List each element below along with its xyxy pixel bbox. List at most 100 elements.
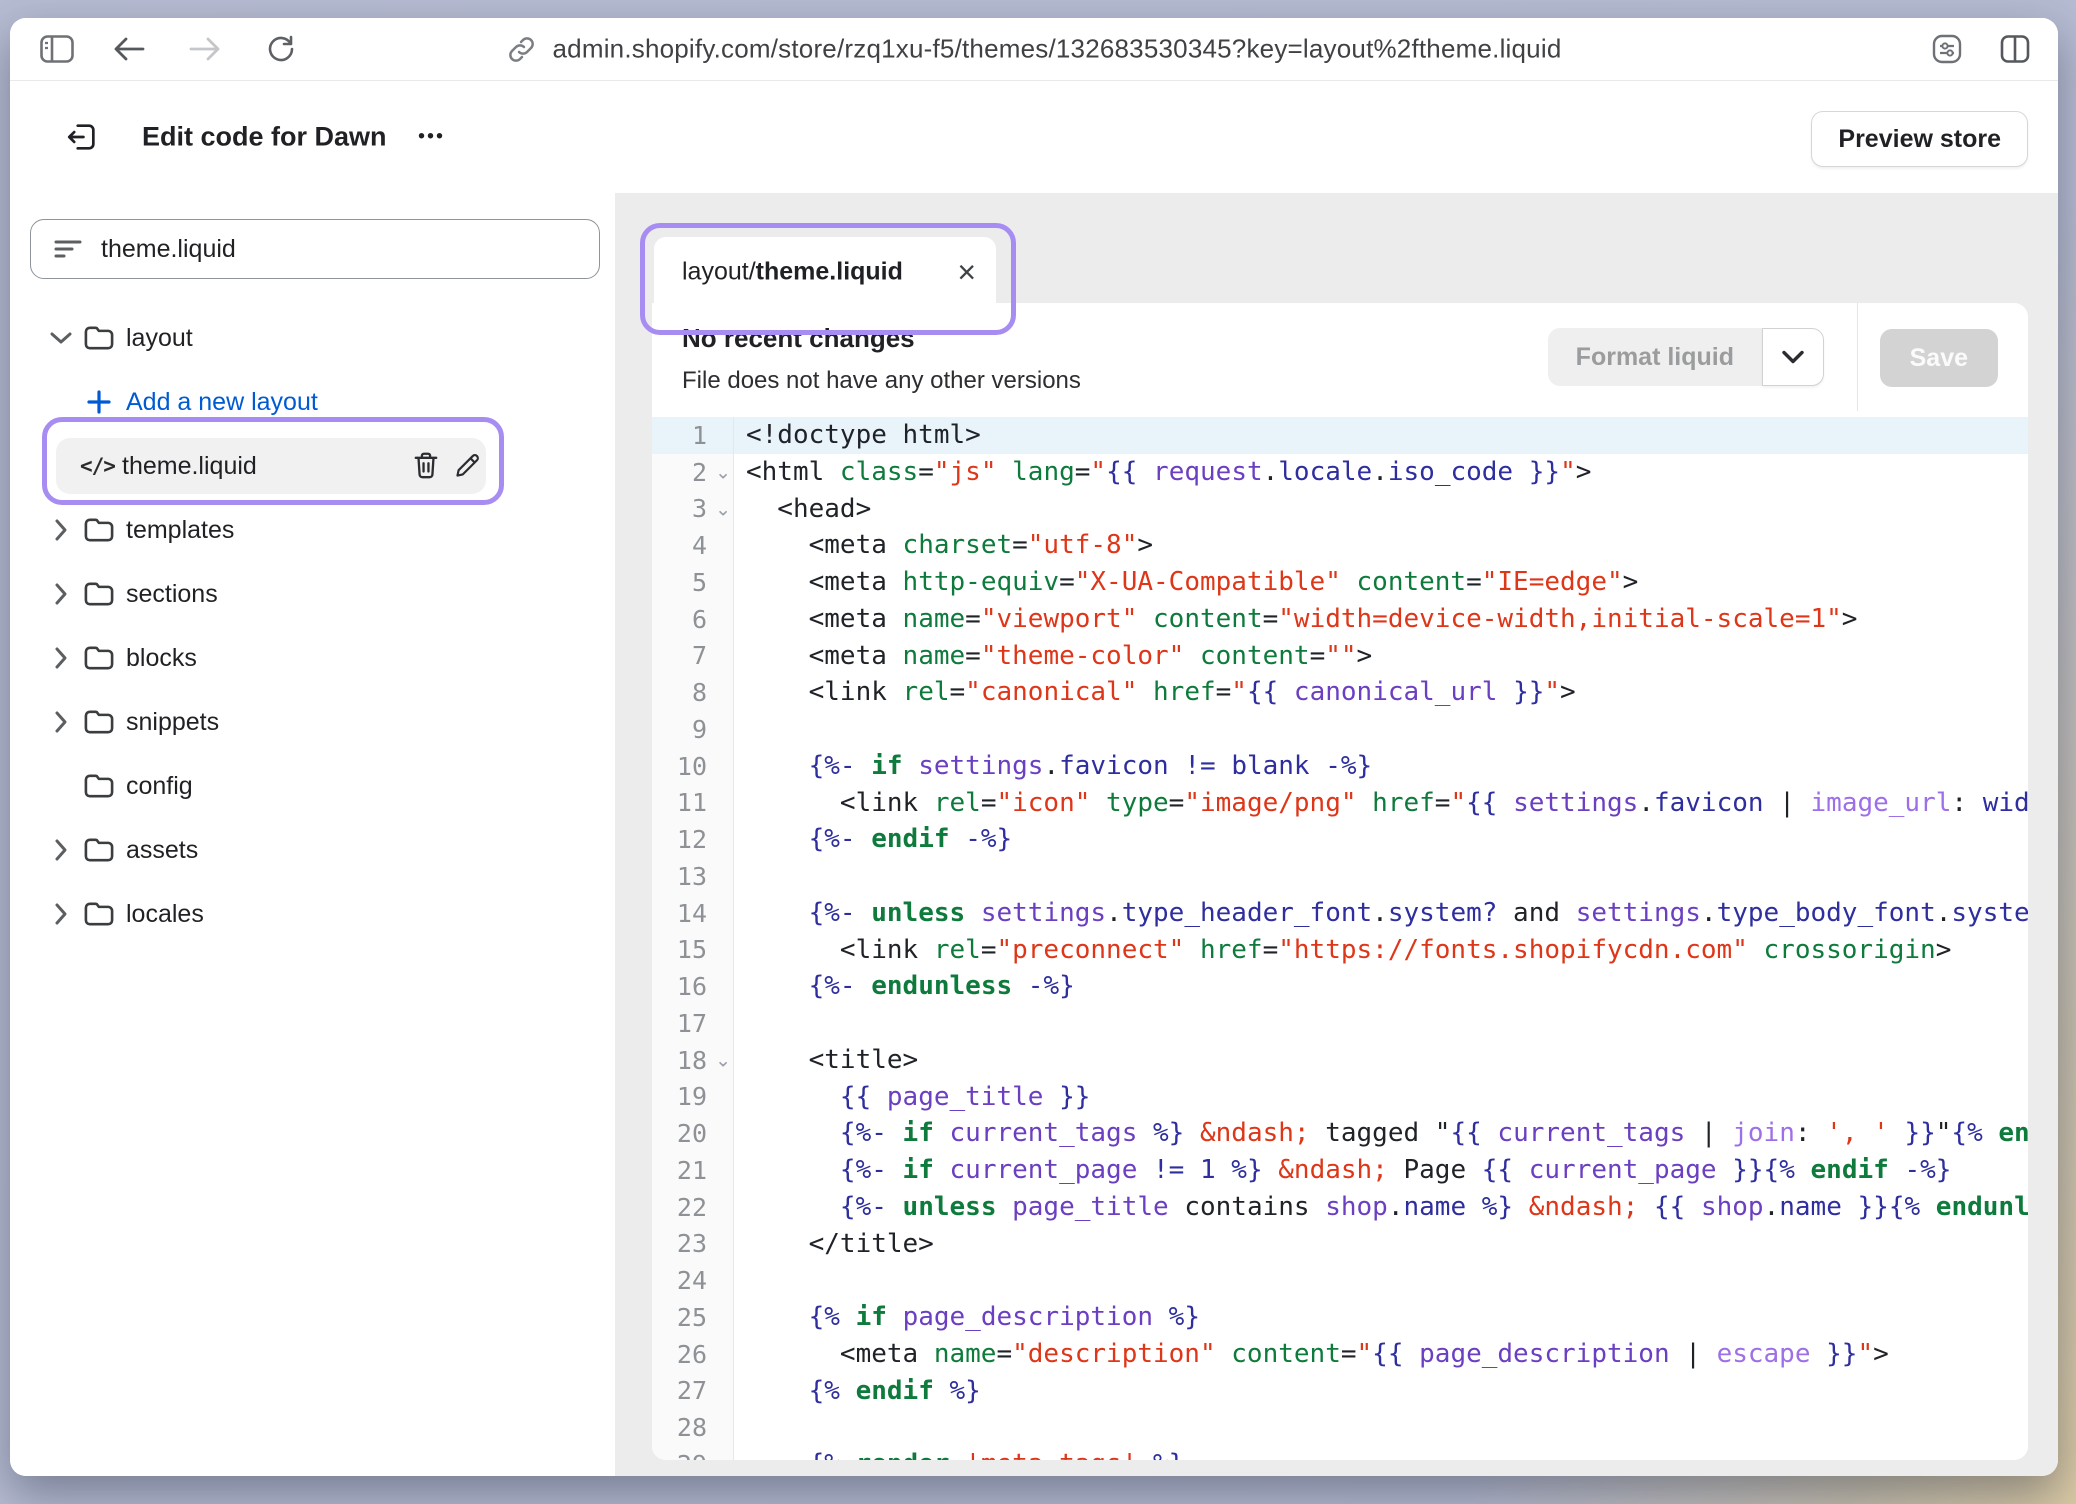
code-line[interactable]: 26 <meta name="description" content="{{ … — [652, 1336, 2028, 1373]
code-line[interactable]: 8 <link rel="canonical" href="{{ canonic… — [652, 674, 2028, 711]
add-layout-button[interactable]: Add a new layout — [10, 370, 615, 434]
folder-icon — [83, 580, 115, 608]
code-line-text: {%- unless settings.type_header_font.sys… — [734, 895, 2028, 932]
line-number: 22 — [652, 1189, 734, 1226]
code-line[interactable]: 12 {%- endif -%} — [652, 821, 2028, 858]
code-line-text: {{ page_title }} — [734, 1079, 2028, 1116]
line-number: 2⌄ — [652, 454, 734, 491]
line-number: 28 — [652, 1409, 734, 1446]
preview-store-button[interactable]: Preview store — [1811, 111, 2028, 167]
code-line-text: <meta http-equiv="X-UA-Compatible" conte… — [734, 564, 2028, 601]
code-line[interactable]: 20 {%- if current_tags %} &ndash; tagged… — [652, 1115, 2028, 1152]
code-editor[interactable]: 1<!doctype html>2⌄<html class="js" lang=… — [652, 411, 2028, 1460]
folder-icon — [83, 708, 115, 736]
code-line[interactable]: 13 — [652, 858, 2028, 895]
editor-panel: layout/theme.liquid × No recent changes … — [615, 193, 2058, 1476]
line-number: 15 — [652, 932, 734, 969]
fold-toggle-icon[interactable]: ⌄ — [715, 498, 731, 521]
code-line[interactable]: 16 {%- endunless -%} — [652, 968, 2028, 1005]
code-line[interactable]: 22 {%- unless page_title contains shop.n… — [652, 1189, 2028, 1226]
sidebar-item-templates[interactable]: templates — [10, 498, 615, 562]
code-line-text — [734, 1005, 2028, 1042]
sidebar-item-assets[interactable]: assets — [10, 818, 615, 882]
line-number: 14 — [652, 895, 734, 932]
code-line-text — [734, 1409, 2028, 1446]
format-liquid-button[interactable]: Format liquid — [1548, 328, 1762, 386]
code-line[interactable]: 14 {%- unless settings.type_header_font.… — [652, 895, 2028, 932]
code-line[interactable]: 28 — [652, 1409, 2028, 1446]
line-number: 7 — [652, 638, 734, 675]
sidebar-item-layout[interactable]: layout — [10, 306, 615, 370]
sidebar-item-theme-liquid[interactable]: </>theme.liquid — [10, 434, 615, 498]
code-line[interactable]: 11 <link rel="icon" type="image/png" hre… — [652, 785, 2028, 822]
chevron-down-icon — [1782, 350, 1804, 364]
fold-toggle-icon[interactable]: ⌄ — [715, 462, 731, 485]
code-line-text: {% render 'meta-tags' %} — [734, 1446, 2028, 1460]
code-line-text: <meta name="theme-color" content=""> — [734, 638, 2028, 675]
format-liquid-split-button: Format liquid — [1548, 328, 1824, 386]
code-line[interactable]: 29 {% render 'meta-tags' %} — [652, 1446, 2028, 1460]
exit-editor-button[interactable] — [58, 113, 106, 161]
close-icon[interactable]: × — [957, 256, 976, 288]
code-line[interactable]: 3⌄ <head> — [652, 491, 2028, 528]
overflow-menu-icon[interactable]: ••• — [418, 126, 445, 149]
code-line[interactable]: 7 <meta name="theme-color" content=""> — [652, 638, 2028, 675]
code-line[interactable]: 9 — [652, 711, 2028, 748]
code-line[interactable]: 18⌄ <title> — [652, 1042, 2028, 1079]
back-icon[interactable] — [110, 30, 148, 68]
code-line[interactable]: 15 <link rel="preconnect" href="https://… — [652, 932, 2028, 969]
sidebar-item-locales[interactable]: locales — [10, 882, 615, 946]
code-line[interactable]: 23 </title> — [652, 1226, 2028, 1263]
line-number: 23 — [652, 1226, 734, 1263]
code-line[interactable]: 24 — [652, 1262, 2028, 1299]
code-line[interactable]: 5 <meta http-equiv="X-UA-Compatible" con… — [652, 564, 2028, 601]
address-bar[interactable]: admin.shopify.com/store/rzq1xu-f5/themes… — [507, 34, 1562, 65]
code-line-text: {% endif %} — [734, 1373, 2028, 1410]
sidebar-item-sections[interactable]: sections — [10, 562, 615, 626]
status-title: No recent changes — [682, 323, 915, 354]
filter-icon — [53, 235, 83, 263]
code-line-text: <link rel="icon" type="image/png" href="… — [734, 785, 2028, 822]
code-line[interactable]: 2⌄<html class="js" lang="{{ request.loca… — [652, 454, 2028, 491]
selected-file-pill[interactable]: </>theme.liquid — [56, 438, 486, 494]
forward-icon[interactable] — [186, 30, 224, 68]
format-options-button[interactable] — [1762, 328, 1824, 386]
sidebar-item-config[interactable]: config — [10, 754, 615, 818]
line-number: 17 — [652, 1005, 734, 1042]
line-number: 12 — [652, 821, 734, 858]
sidebar-toggle-icon[interactable] — [38, 30, 76, 68]
save-button[interactable]: Save — [1880, 329, 1998, 387]
code-line[interactable]: 1<!doctype html> — [652, 417, 2028, 454]
code-line[interactable]: 6 <meta name="viewport" content="width=d… — [652, 601, 2028, 638]
sidebar-item-blocks[interactable]: blocks — [10, 626, 615, 690]
code-line[interactable]: 4 <meta charset="utf-8"> — [652, 527, 2028, 564]
split-view-icon[interactable] — [1996, 30, 2034, 68]
file-search-input[interactable]: theme.liquid — [30, 219, 600, 279]
code-line[interactable]: 17 — [652, 1005, 2028, 1042]
fold-toggle-icon[interactable]: ⌄ — [715, 1050, 731, 1073]
code-line-text: </title> — [734, 1226, 2028, 1263]
edit-icon — [453, 452, 481, 480]
tab-theme-liquid[interactable]: layout/theme.liquid × — [654, 237, 996, 307]
url-text: admin.shopify.com/store/rzq1xu-f5/themes… — [553, 34, 1562, 65]
code-line-text: {%- endunless -%} — [734, 968, 2028, 1005]
code-line[interactable]: 27 {% endif %} — [652, 1373, 2028, 1410]
header-divider — [1857, 303, 1858, 411]
code-line[interactable]: 19 {{ page_title }} — [652, 1079, 2028, 1116]
code-line-text: <meta name="viewport" content="width=dev… — [734, 601, 2028, 638]
code-line[interactable]: 21 {%- if current_page != 1 %} &ndash; P… — [652, 1152, 2028, 1189]
chevron-right-icon — [53, 582, 69, 606]
line-number: 5 — [652, 564, 734, 601]
folder-label: locales — [126, 900, 204, 929]
page-settings-icon[interactable] — [1928, 30, 1966, 68]
search-value: theme.liquid — [101, 235, 236, 264]
code-line[interactable]: 25 {% if page_description %} — [652, 1299, 2028, 1336]
line-number: 8 — [652, 674, 734, 711]
code-line-text: <head> — [734, 491, 2028, 528]
reload-icon[interactable] — [262, 30, 300, 68]
tab-label: layout/theme.liquid — [682, 258, 903, 287]
line-number: 1 — [652, 417, 734, 454]
sidebar-item-snippets[interactable]: snippets — [10, 690, 615, 754]
code-line[interactable]: 10 {%- if settings.favicon != blank -%} — [652, 748, 2028, 785]
folder-label: config — [126, 772, 193, 801]
